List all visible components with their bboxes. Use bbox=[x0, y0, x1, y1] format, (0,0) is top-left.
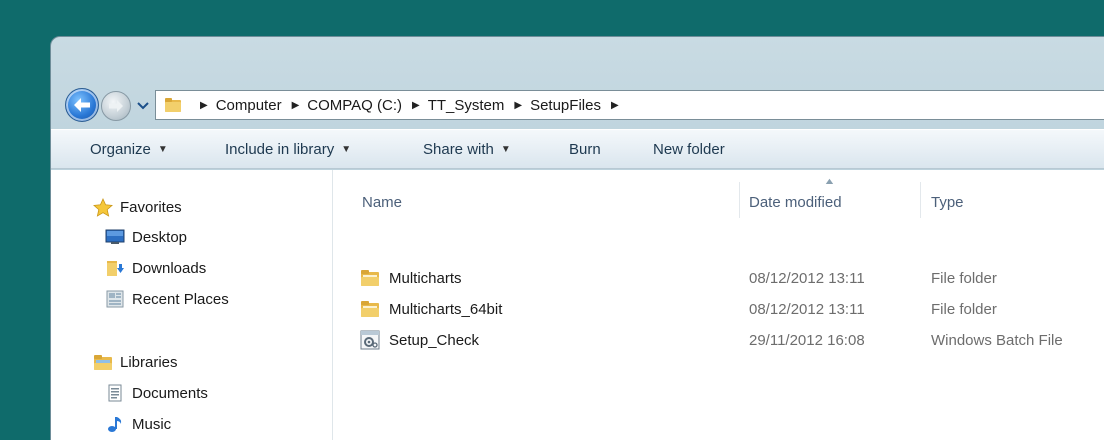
breadcrumb-tt-system[interactable]: TT_System ▶ bbox=[428, 97, 530, 114]
column-header-name[interactable]: Name bbox=[362, 194, 402, 211]
file-type: File folder bbox=[931, 270, 997, 287]
dropdown-arrow-icon: ▼ bbox=[500, 144, 511, 155]
desktop-icon bbox=[105, 228, 125, 246]
file-name-cell[interactable]: Multicharts bbox=[360, 268, 462, 288]
folder-icon bbox=[360, 299, 380, 319]
sidebar-item-label: Documents bbox=[132, 384, 208, 402]
sidebar-item-label: Music bbox=[132, 415, 172, 433]
file-date-modified: 29/11/2012 16:08 bbox=[749, 332, 865, 349]
music-icon bbox=[105, 415, 125, 433]
sidebar-item-label: Downloads bbox=[132, 259, 207, 277]
libraries-icon bbox=[93, 353, 113, 371]
breadcrumb-setupfiles[interactable]: SetupFiles ▶ bbox=[530, 97, 627, 114]
file-name: Multicharts_64bit bbox=[389, 300, 503, 318]
sidebar-item-label: Favorites bbox=[120, 198, 182, 216]
address-bar[interactable]: ▶ Computer ▶ COMPAQ (C:) ▶ TT_System ▶ Setu… bbox=[155, 90, 1104, 120]
file-list[interactable]: ▲ Name Date modified Type Multicharts 08… bbox=[334, 170, 1104, 440]
batch-file-icon bbox=[360, 330, 380, 350]
share-with-menu[interactable]: Share with ▼ bbox=[423, 141, 511, 158]
sidebar-item-downloads[interactable]: Downloads bbox=[105, 259, 206, 277]
sidebar-item-label: Libraries bbox=[120, 353, 178, 371]
file-type: File folder bbox=[931, 301, 997, 318]
file-name: Setup_Check bbox=[389, 331, 480, 349]
sidebar-item-recent-places[interactable]: Recent Places bbox=[105, 290, 229, 308]
address-row: ▶ Computer ▶ COMPAQ (C:) ▶ TT_System ▶ Setu… bbox=[51, 81, 1104, 127]
file-row-multicharts[interactable]: Multicharts 08/12/2012 13:11 File folder bbox=[334, 263, 1104, 293]
include-in-library-menu[interactable]: Include in library ▼ bbox=[225, 141, 351, 158]
sidebar-item-libraries[interactable]: Libraries bbox=[93, 353, 178, 371]
arrow-left-icon bbox=[74, 98, 90, 112]
chevron-down-icon bbox=[137, 102, 149, 110]
sidebar-item-documents[interactable]: Documents bbox=[105, 384, 208, 402]
file-row-multicharts-64bit[interactable]: Multicharts_64bit 08/12/2012 13:11 File … bbox=[334, 294, 1104, 324]
forward-button[interactable] bbox=[101, 91, 131, 121]
dropdown-arrow-icon: ▼ bbox=[157, 144, 168, 155]
column-header-date-modified[interactable]: Date modified bbox=[749, 194, 842, 211]
column-divider[interactable] bbox=[739, 182, 740, 218]
breadcrumb-computer[interactable]: Computer ▶ bbox=[216, 97, 308, 114]
folder-icon bbox=[165, 98, 181, 112]
explorer-window: ▶ Computer ▶ COMPAQ (C:) ▶ TT_System ▶ Setu… bbox=[50, 36, 1104, 440]
burn-button[interactable]: Burn bbox=[569, 141, 601, 158]
dropdown-arrow-icon: ▼ bbox=[341, 144, 352, 155]
recent-places-icon bbox=[105, 290, 125, 308]
sort-ascending-icon: ▲ bbox=[823, 176, 836, 186]
arrow-right-icon bbox=[109, 100, 123, 112]
sidebar-item-music[interactable]: Music bbox=[105, 415, 171, 433]
file-name: Multicharts bbox=[389, 269, 462, 287]
sidebar-item-favorites[interactable]: Favorites bbox=[93, 197, 182, 217]
column-header-type[interactable]: Type bbox=[931, 194, 964, 211]
recent-pages-button[interactable] bbox=[135, 98, 151, 114]
new-folder-button[interactable]: New folder bbox=[653, 141, 725, 158]
navigation-pane[interactable]: Favorites Desktop Downloads Recent Place… bbox=[51, 170, 333, 440]
breadcrumb-separator[interactable]: ▶ bbox=[190, 100, 216, 111]
documents-icon bbox=[105, 384, 125, 402]
file-name-cell[interactable]: Multicharts_64bit bbox=[360, 299, 502, 319]
downloads-folder-icon bbox=[105, 259, 125, 277]
sidebar-item-desktop[interactable]: Desktop bbox=[105, 228, 187, 246]
column-divider[interactable] bbox=[920, 182, 921, 218]
back-button[interactable] bbox=[65, 88, 99, 122]
sidebar-item-label: Recent Places bbox=[132, 290, 229, 308]
file-date-modified: 08/12/2012 13:11 bbox=[749, 270, 865, 287]
content-area: Favorites Desktop Downloads Recent Place… bbox=[51, 170, 1104, 440]
star-icon bbox=[93, 197, 113, 217]
command-bar: Organize ▼ Include in library ▼ Share with… bbox=[51, 129, 1104, 169]
organize-menu[interactable]: Organize ▼ bbox=[90, 141, 168, 158]
file-date-modified: 08/12/2012 13:11 bbox=[749, 301, 865, 318]
file-row-setup-check[interactable]: Setup_Check 29/11/2012 16:08 Windows Bat… bbox=[334, 325, 1104, 355]
file-type: Windows Batch File bbox=[931, 332, 1063, 349]
breadcrumb-compaq-c[interactable]: COMPAQ (C:) ▶ bbox=[307, 97, 427, 114]
sidebar-item-label: Desktop bbox=[132, 228, 188, 246]
file-name-cell[interactable]: Setup_Check bbox=[360, 330, 479, 350]
folder-icon bbox=[360, 268, 380, 288]
